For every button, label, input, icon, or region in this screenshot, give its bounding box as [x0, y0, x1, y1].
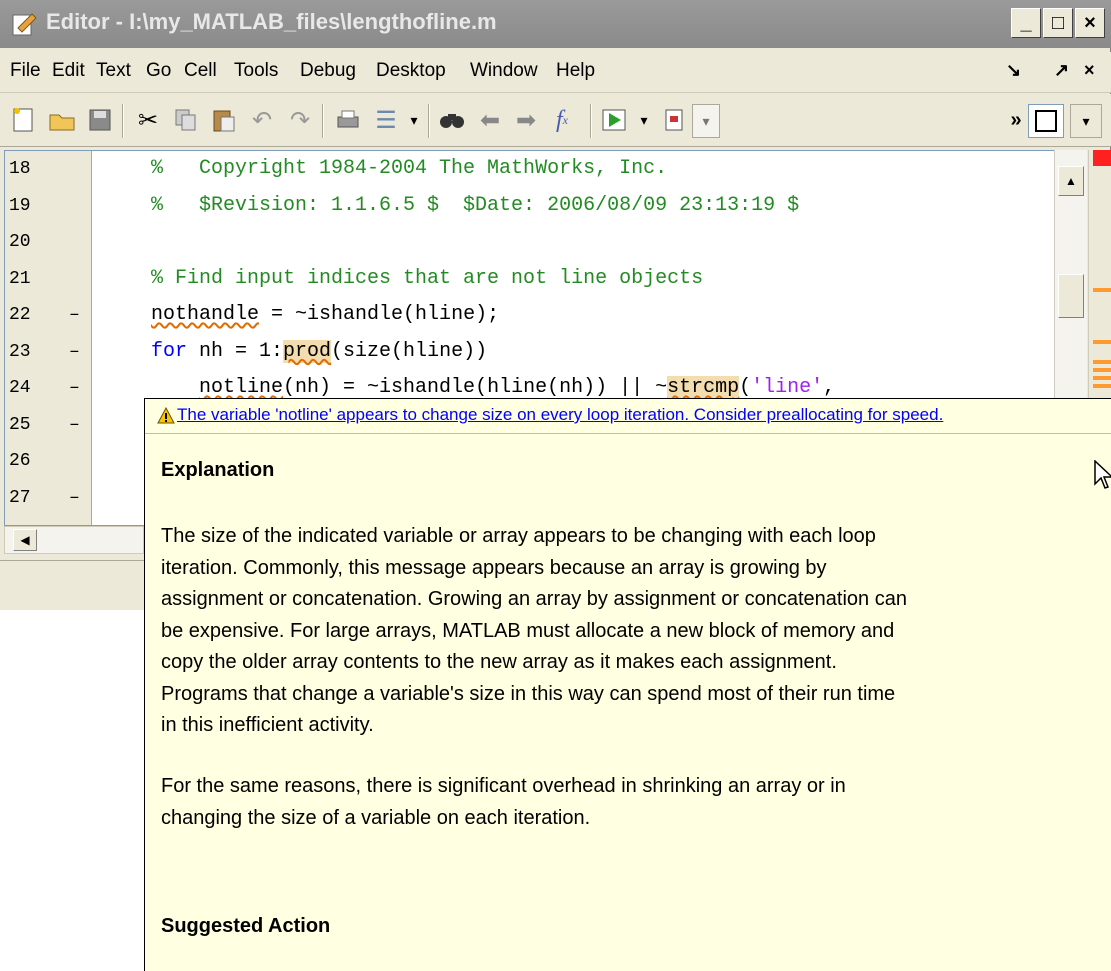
line-number: 24 [9, 378, 31, 398]
toolbar-separator [122, 104, 124, 138]
scroll-left-button[interactable]: ◀ [13, 529, 37, 551]
menu-text[interactable]: Text [96, 60, 131, 82]
line-number: 23 [9, 341, 31, 362]
undock-arrow-icon[interactable]: ↗ [1054, 60, 1069, 81]
message-link[interactable]: The variable 'notline' appears to change… [177, 405, 943, 425]
toolbar-separator [428, 104, 430, 138]
breakpoint-dash[interactable]: – [69, 378, 80, 398]
window-title: Editor - I:\my_MATLAB_files\lengthofline… [46, 9, 497, 34]
warning-icon [157, 407, 175, 424]
layout-dropdown-icon[interactable]: ▾ [1070, 104, 1102, 138]
warning-marker[interactable] [1093, 384, 1111, 388]
forward-icon[interactable]: ➡ [510, 104, 542, 136]
print-icon[interactable] [332, 104, 364, 136]
error-indicator[interactable] [1093, 150, 1111, 166]
horizontal-scrollbar[interactable]: ◀ [4, 526, 144, 554]
new-file-icon[interactable] [8, 104, 40, 136]
line-number: 26 [9, 451, 31, 471]
scroll-up-button[interactable]: ▲ [1058, 166, 1084, 196]
menu-desktop[interactable]: Desktop [376, 60, 446, 82]
menu-help[interactable]: Help [556, 60, 595, 82]
find-icon[interactable] [436, 104, 468, 136]
close-icon: × [1084, 11, 1096, 34]
breakpoint-dash[interactable]: – [69, 305, 80, 325]
editor-app-icon [12, 13, 37, 36]
save-icon[interactable] [84, 104, 116, 136]
menu-bar: File Edit Text Go Cell Tools Debug Deskt… [0, 52, 1111, 93]
line-number: 21 [9, 268, 31, 289]
cut-icon[interactable]: ✂ [132, 104, 164, 136]
code-line[interactable]: % Copyright 1984-2004 The MathWorks, Inc… [151, 157, 667, 180]
line-number: 27 [9, 487, 31, 508]
line-number: 20 [9, 232, 31, 252]
breakpoint-dash[interactable]: – [69, 342, 80, 362]
menu-file[interactable]: File [10, 60, 41, 82]
line-number: 19 [9, 195, 31, 216]
function-icon[interactable]: fx [546, 104, 578, 136]
status-bar [0, 560, 144, 607]
menu-go[interactable]: Go [146, 60, 171, 82]
code-line[interactable]: notline(nh) = ~ishandle(hline(nh)) || ~s… [151, 376, 835, 399]
line-number: 22 [9, 305, 31, 325]
redo-icon[interactable]: ↷ [284, 104, 316, 136]
format-dropdown-icon[interactable]: ▾ [398, 104, 430, 136]
warning-marker[interactable] [1093, 288, 1111, 292]
toolbar-separator [590, 104, 592, 138]
paste-icon[interactable] [208, 104, 240, 136]
minimize-button[interactable]: _ [1011, 8, 1041, 38]
code-line[interactable]: % $Revision: 1.1.6.5 $ $Date: 2006/08/09… [151, 194, 799, 217]
maximize-button[interactable]: □ [1043, 8, 1073, 38]
warning-marker[interactable] [1093, 368, 1111, 372]
explanation-paragraph: The size of the indicated variable or ar… [161, 525, 907, 736]
menu-cell[interactable]: Cell [184, 60, 217, 82]
line-number: 25 [9, 414, 31, 435]
run-icon[interactable] [598, 104, 630, 136]
menu-window[interactable]: Window [470, 60, 538, 82]
close-button[interactable]: × [1075, 8, 1105, 38]
toolbar-separator [322, 104, 324, 138]
mouse-cursor-icon [1094, 460, 1111, 489]
line-number: 18 [9, 159, 31, 179]
undo-icon[interactable]: ↶ [246, 104, 278, 136]
menu-debug[interactable]: Debug [300, 60, 356, 82]
warning-marker[interactable] [1093, 376, 1111, 380]
menu-edit[interactable]: Edit [52, 60, 85, 82]
open-folder-icon[interactable] [46, 104, 78, 136]
warning-marker[interactable] [1093, 360, 1111, 364]
code-line[interactable]: % Find input indices that are not line o… [151, 267, 703, 290]
title-bar[interactable]: Editor - I:\my_MATLAB_files\lengthofline… [0, 0, 1111, 48]
breakpoint-dash[interactable]: – [69, 415, 80, 435]
layout-selector[interactable] [1028, 104, 1064, 138]
minimize-icon: _ [1020, 11, 1032, 34]
toolbar: ✂ ↶ ↷ ☰ ▾ ⬅ ➡ fx ▾ ▾ » ▾ [0, 94, 1111, 147]
debug-icon[interactable] [658, 104, 690, 136]
tooltip-header: The variable 'notline' appears to change… [145, 399, 1111, 434]
scroll-thumb[interactable] [1058, 274, 1084, 318]
suggested-action-heading: Suggested Action [161, 915, 331, 937]
maximize-icon: □ [1051, 11, 1065, 34]
warning-marker[interactable] [1093, 340, 1111, 344]
explanation-paragraph-2: For the same reasons, there is significa… [161, 775, 846, 829]
mlint-tooltip: The variable 'notline' appears to change… [144, 398, 1111, 971]
close-doc-icon[interactable]: × [1084, 60, 1095, 81]
copy-icon[interactable] [170, 104, 202, 136]
run-dropdown-icon[interactable]: ▾ [628, 104, 660, 136]
up-arrow-icon: ▲ [1065, 174, 1077, 188]
dock-arrow-icon[interactable]: ↘ [1006, 60, 1021, 81]
left-arrow-icon: ◀ [20, 533, 30, 547]
menu-tools[interactable]: Tools [234, 60, 278, 82]
explanation-heading: Explanation [161, 459, 275, 481]
back-icon[interactable]: ⬅ [474, 104, 506, 136]
breakpoint-dash[interactable]: – [69, 488, 80, 508]
code-line[interactable]: for nh = 1:prod(size(hline)) [151, 339, 487, 363]
stack-dropdown[interactable]: ▾ [692, 104, 720, 138]
code-line[interactable]: nothandle = ~ishandle(hline); [151, 303, 499, 326]
